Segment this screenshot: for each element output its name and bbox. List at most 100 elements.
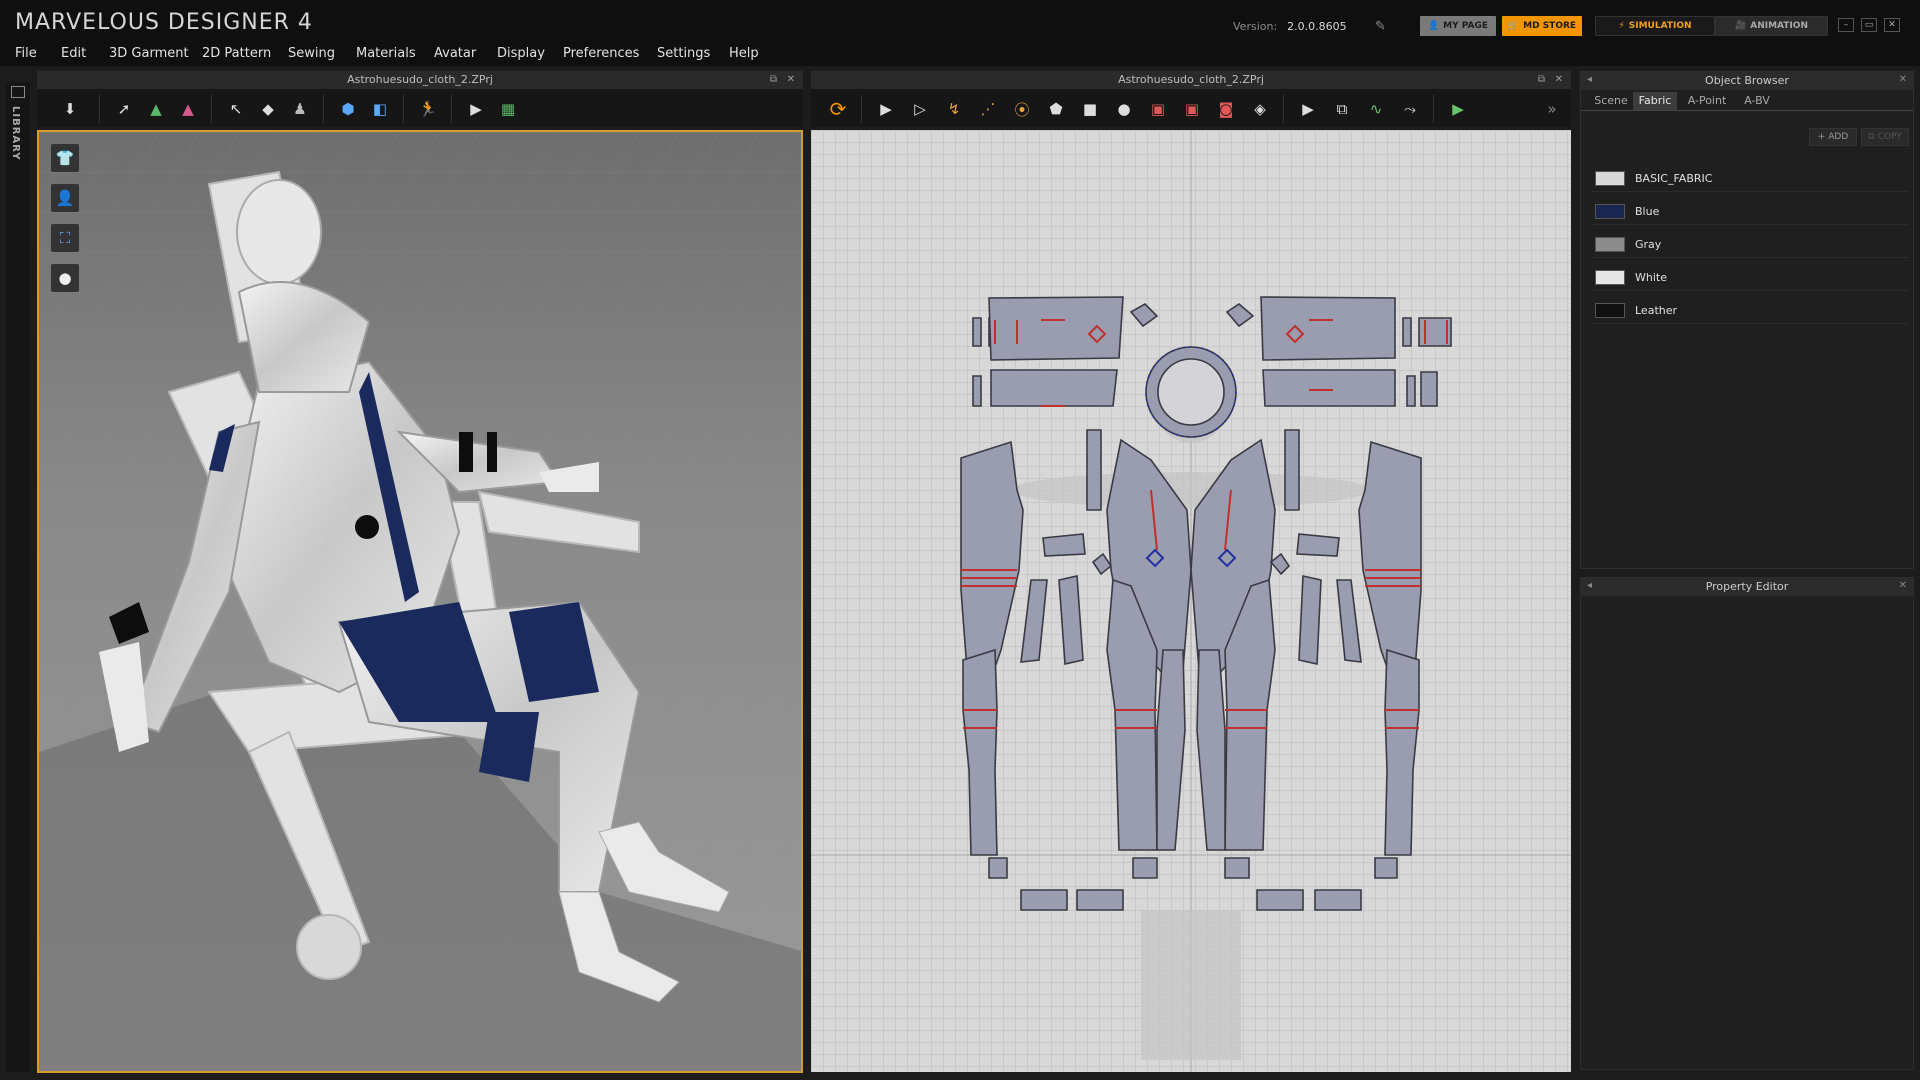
fabric-row[interactable]: White — [1591, 265, 1909, 291]
version-info: Version: 2.0.0.8605 — [1233, 20, 1347, 33]
tab-fabric[interactable]: Fabric — [1633, 92, 1677, 110]
md-store-button[interactable]: 🛒 MD STORE — [1502, 16, 1582, 36]
plus-icon: + — [1817, 132, 1826, 142]
add-point-icon[interactable]: ⦿ — [1009, 97, 1035, 121]
menu-2d-pattern[interactable]: 2D Pattern — [202, 46, 271, 61]
edit-curve-point-icon[interactable]: ⋰ — [975, 97, 1001, 121]
tab-a-point[interactable]: A-Point — [1679, 92, 1735, 110]
toolbar-2d: ⟳ ▶ ▷ ↯ ⋰ ⦿ ⬟ ■ ● ▣ ▣ ◙ ◈ ▶ ⧉ ∿ ⤳ ▶ » — [811, 89, 1571, 127]
fabric-row[interactable]: Blue — [1591, 199, 1909, 225]
close-panel-icon[interactable]: ✕ — [1899, 74, 1907, 85]
tab-scene[interactable]: Scene — [1589, 92, 1633, 110]
dock-arrow-icon[interactable]: ◂ — [1587, 74, 1592, 85]
menu-edit[interactable]: Edit — [61, 46, 86, 61]
edit-curvature-icon[interactable]: ↯ — [941, 97, 967, 121]
add-fabric-button[interactable]: + ADD — [1809, 128, 1857, 146]
avatar-pose-icon[interactable]: ♟ — [287, 97, 313, 121]
version-label: Version: — [1233, 20, 1278, 33]
internal-rectangle-icon[interactable]: ▣ — [1179, 97, 1205, 121]
copy-fabric-button[interactable]: ⧉ COPY — [1861, 128, 1909, 146]
edit-texture-icon[interactable]: ▶ — [1445, 97, 1471, 121]
fabric-row[interactable]: Gray — [1591, 232, 1909, 258]
app-title: MARVELOUS DESIGNER 4 — [15, 10, 313, 35]
dart-icon[interactable]: ◈ — [1247, 97, 1273, 121]
avatar-view-icon[interactable]: 👤 — [51, 184, 79, 212]
menu-3d-garment[interactable]: 3D Garment — [109, 46, 189, 61]
tack-icon[interactable]: ↖ — [223, 97, 249, 121]
toolbar-separator — [1433, 95, 1434, 123]
fabric-name: Gray — [1635, 238, 1662, 251]
rectangle-icon[interactable]: ■ — [1077, 97, 1103, 121]
property-editor-panel: Property Editor ◂ ✕ — [1580, 577, 1914, 1070]
library-sidebar[interactable]: LIBRARY — [6, 82, 30, 1072]
edit-sewing-icon[interactable]: ▶ — [1295, 97, 1321, 121]
animation-mode-button[interactable]: 🎥 ANIMATION — [1715, 16, 1828, 36]
fabric-name: White — [1635, 271, 1667, 284]
tack-sewing-icon[interactable]: ⤳ — [1397, 97, 1423, 121]
close-panel-icon[interactable]: ✕ — [787, 71, 795, 89]
select-texture-icon[interactable]: ▶ — [463, 97, 489, 121]
circle-icon[interactable]: ● — [1111, 97, 1137, 121]
fabric-row[interactable]: BASIC_FABRIC — [1591, 166, 1909, 192]
panel-3d-header: Astrohuesudo_cloth_2.ZPrj ⧉ ✕ — [37, 71, 803, 89]
segment-sewing-icon[interactable]: ⧉ — [1329, 97, 1355, 121]
maximize-icon[interactable]: ▭ — [1861, 18, 1877, 32]
menu-display[interactable]: Display — [497, 46, 545, 61]
close-icon[interactable]: ✕ — [1884, 18, 1900, 32]
app-window: MARVELOUS DESIGNER 4 Version: 2.0.0.8605 … — [0, 0, 1920, 1080]
close-panel-icon[interactable]: ✕ — [1899, 580, 1907, 591]
undock-icon[interactable]: ⧉ — [1538, 71, 1545, 89]
polygon-icon[interactable]: ⬟ — [1043, 97, 1069, 121]
arrangement-point-icon[interactable]: ◧ — [367, 97, 393, 121]
garment-view-icon[interactable]: 👕 — [51, 144, 79, 172]
fabric-row[interactable]: Leather — [1591, 298, 1909, 324]
minimize-icon[interactable]: – — [1838, 18, 1854, 32]
fold-arrangement-icon[interactable]: ▲ — [175, 97, 201, 121]
menu-settings[interactable]: Settings — [657, 46, 710, 61]
animation-label: ANIMATION — [1750, 21, 1808, 31]
menu-materials[interactable]: Materials — [356, 46, 416, 61]
3d-scene — [39, 132, 801, 1071]
menu-file[interactable]: File — [15, 46, 37, 61]
grid-texture-icon[interactable]: ▦ — [495, 97, 521, 121]
arrangement-view-icon[interactable]: ⛶ — [51, 224, 79, 252]
edit-icon[interactable]: ✎ — [1375, 19, 1393, 34]
undock-icon[interactable]: ⧉ — [770, 71, 777, 89]
fabric-swatch — [1595, 237, 1625, 252]
avatar-head-icon[interactable]: ● — [51, 264, 79, 292]
dropdown-arrow-icon[interactable]: ⬇ — [57, 97, 83, 121]
simulation-run-icon[interactable]: 🏃 — [415, 97, 441, 121]
viewport-3d[interactable]: 👕 👤 ⛶ ● — [37, 130, 803, 1073]
simulation-mode-button[interactable]: ⚡ SIMULATION — [1595, 16, 1715, 36]
toolbar-separator — [323, 95, 324, 123]
property-editor-title: Property Editor — [1581, 578, 1913, 596]
toolbar-separator — [861, 95, 862, 123]
free-sewing-icon[interactable]: ∿ — [1363, 97, 1389, 121]
fabric-swatch — [1595, 270, 1625, 285]
pattern-pieces — [960, 296, 1452, 911]
copy-label: COPY — [1877, 132, 1902, 142]
select-move-icon[interactable]: ➚ — [111, 97, 137, 121]
menu-sewing[interactable]: Sewing — [288, 46, 335, 61]
viewport-2d[interactable] — [811, 130, 1571, 1072]
toolbar-separator — [211, 95, 212, 123]
my-page-button[interactable]: 👤 MY PAGE — [1420, 16, 1496, 36]
copy-icon: ⧉ — [1868, 132, 1875, 142]
menu-avatar[interactable]: Avatar — [434, 46, 476, 61]
object-browser-title: Object Browser — [1581, 72, 1913, 90]
menu-preferences[interactable]: Preferences — [563, 46, 639, 61]
arrangement-icon[interactable]: ⬢ — [335, 97, 361, 121]
transform-pattern-icon[interactable]: ▶ — [873, 97, 899, 121]
select-mesh-icon[interactable]: ▲ — [143, 97, 169, 121]
edit-pattern-icon[interactable]: ▷ — [907, 97, 933, 121]
dock-arrow-icon[interactable]: ◂ — [1587, 580, 1592, 591]
close-panel-icon[interactable]: ✕ — [1555, 71, 1563, 89]
sync-icon[interactable]: ⟳ — [825, 97, 851, 121]
more-tools-icon[interactable]: » — [1539, 97, 1565, 121]
internal-polygon-icon[interactable]: ▣ — [1145, 97, 1171, 121]
menu-help[interactable]: Help — [729, 46, 759, 61]
pin-icon[interactable]: ◆ — [255, 97, 281, 121]
internal-circle-icon[interactable]: ◙ — [1213, 97, 1239, 121]
panel-2d-header: Astrohuesudo_cloth_2.ZPrj ⧉ ✕ — [811, 71, 1571, 89]
tab-a-bv[interactable]: A-BV — [1737, 92, 1777, 110]
